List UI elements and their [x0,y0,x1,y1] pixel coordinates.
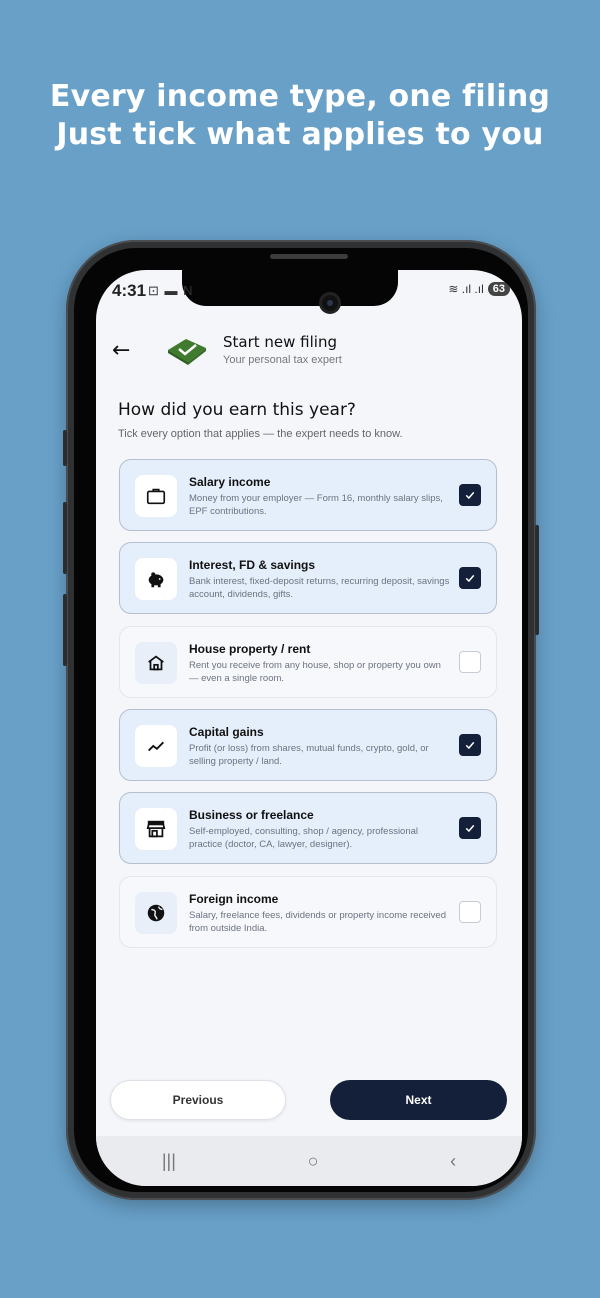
next-button[interactable]: Next [330,1080,507,1120]
option-title: Foreign income [189,892,279,906]
option-title: House property / rent [189,642,311,656]
option-description: Bank interest, fixed-deposit returns, re… [189,576,450,600]
phone-side-button [63,430,67,466]
option-title: Interest, FD & savings [189,558,316,572]
page-title: Start new filing [223,333,337,351]
phone-frame: 4:31 ⊡ ▬ N ≋ .ıl .ıl 63 ← Start new fili… [63,240,539,1200]
option-description: Salary, freelance fees, dividends or pro… [189,910,446,934]
question-hint: Tick every option that applies — the exp… [118,428,403,440]
trend-up-icon [135,725,177,767]
option-checkbox[interactable] [459,651,481,673]
option-title: Business or freelance [189,808,314,822]
headline-line-1: Every income type, one filing [49,79,551,114]
page-subtitle: Your personal tax expert [223,354,342,366]
signal-icon: ≋ .ıl .ıl [448,282,484,296]
briefcase-icon [135,475,177,517]
option-title: Salary income [189,475,271,489]
recents-icon[interactable]: ||| [162,1151,176,1172]
option-description: Self-employed, consulting, shop / agency… [189,826,419,850]
phone-side-button [63,502,67,574]
status-notification-icons: ⊡ ▬ N [148,283,194,298]
status-time: 4:31 [112,281,147,300]
option-checkbox[interactable] [459,734,481,756]
option-house-property-rent[interactable]: House property / rent Rent you receive f… [119,626,497,698]
status-bar: 4:31 ⊡ ▬ N ≋ .ıl .ıl 63 [96,278,522,304]
check-icon [465,574,475,583]
option-description: Profit (or loss) from shares, mutual fun… [189,743,429,767]
promo-headline: Every income type, one filing Just tick … [0,78,600,154]
battery-icon: 63 [487,282,510,296]
option-interest-fd-savings[interactable]: Interest, FD & savings Bank interest, fi… [119,542,497,614]
home-icon[interactable]: ○ [308,1151,319,1172]
check-icon [465,824,475,833]
option-checkbox[interactable] [459,901,481,923]
option-checkbox[interactable] [459,567,481,589]
option-title: Capital gains [189,725,264,739]
globe-icon [135,892,177,934]
phone-speaker [270,254,348,259]
question-title: How did you earn this year? [118,400,356,420]
check-icon [465,741,475,750]
house-icon [135,642,177,684]
status-right-group: ≋ .ıl .ıl 63 [448,282,510,296]
option-foreign-income[interactable]: Foreign income Salary, freelance fees, d… [119,876,497,948]
arrow-left-icon[interactable]: ← [112,338,130,363]
option-salary-income[interactable]: Salary income Money from your employer —… [119,459,497,531]
piggy-bank-icon [135,558,177,600]
option-description: Money from your employer — Form 16, mont… [189,493,443,517]
option-description: Rent you receive from any house, shop or… [189,660,441,684]
phone-side-button [63,594,67,666]
app-screen: 4:31 ⊡ ▬ N ≋ .ıl .ıl 63 ← Start new fili… [96,270,522,1186]
phone-bezel: 4:31 ⊡ ▬ N ≋ .ıl .ıl 63 ← Start new fili… [74,248,528,1192]
option-checkbox[interactable] [459,817,481,839]
option-checkbox[interactable] [459,484,481,506]
app-header: ← Start new filing Your personal tax exp… [96,330,522,380]
option-business-freelance[interactable]: Business or freelance Self-employed, con… [119,792,497,864]
option-capital-gains[interactable]: Capital gains Profit (or loss) from shar… [119,709,497,781]
storefront-icon [135,808,177,850]
phone-power-button [535,525,539,635]
check-icon [465,491,475,500]
back-icon[interactable]: ‹ [450,1151,456,1172]
previous-button[interactable]: Previous [110,1080,286,1120]
headline-line-2: Just tick what applies to you [56,117,544,152]
system-nav-bar: ||| ○ ‹ [96,1136,522,1186]
app-logo [168,339,206,365]
